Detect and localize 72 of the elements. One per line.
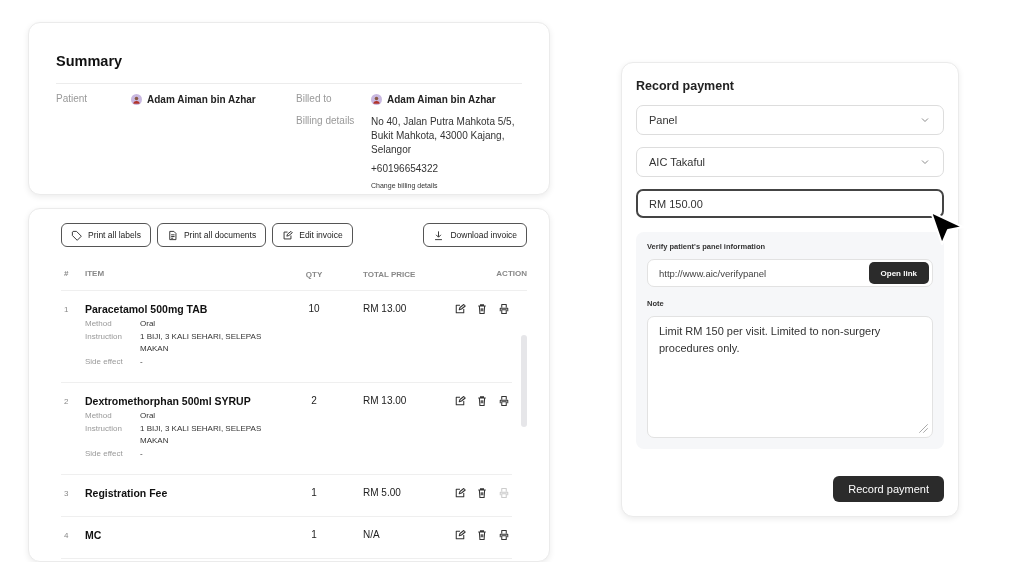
field-label: Billed to	[296, 93, 333, 106]
edit-icon[interactable]	[454, 303, 466, 315]
item-name: Paracetamol 500mg TAB	[85, 303, 209, 315]
tag-icon	[71, 229, 82, 241]
printer-icon[interactable]	[498, 303, 510, 315]
document-icon	[166, 229, 178, 241]
field-label: Billing details	[296, 115, 356, 128]
detail-value: 1 BIJI, 3 KALI SEHARI, SELEPAS MAKAN	[140, 331, 263, 355]
phone-number: +60196654322	[371, 162, 440, 176]
column-header: ITEM	[85, 269, 106, 280]
dropdown[interactable]: Panel	[636, 105, 944, 135]
card-title: Record payment	[636, 79, 735, 93]
print-button[interactable]: Print all labels	[61, 223, 151, 247]
detail-label: Side effect	[85, 448, 124, 460]
url-field[interactable]: http://www.aic/verifypanel Open link	[647, 259, 933, 287]
edit-button[interactable]: Edit invoice	[272, 223, 353, 247]
row-number: 4	[63, 530, 70, 542]
total-price: N/A	[362, 529, 381, 542]
column-header: QTY	[304, 269, 324, 281]
detail-value: 1 BIJI, 3 KALI SEHARI, SELEPAS MAKAN	[140, 423, 263, 447]
person-name: Adam Aiman bin Azhar	[387, 94, 496, 105]
print-button[interactable]: Print all documents	[156, 223, 267, 247]
row-number: 1	[63, 304, 70, 316]
note-field[interactable]: Limit RM 150 per visit. Limited to non-surgery procedures only.	[647, 316, 933, 438]
column-header: TOTAL PRICE	[362, 269, 417, 281]
row-number: 2	[63, 396, 70, 408]
detail-label: Side effect	[85, 356, 124, 368]
edit-icon[interactable]	[454, 487, 466, 499]
open-link-button[interactable]: Open link	[868, 262, 929, 284]
item-name: MC	[85, 529, 103, 541]
card-title: Summary	[56, 53, 124, 69]
detail-value: Oral	[140, 410, 157, 422]
printer-icon[interactable]	[498, 395, 510, 407]
amount-field[interactable]: RM 150.00	[636, 189, 944, 218]
detail-value: Oral	[140, 318, 157, 330]
quantity: 1	[310, 487, 318, 500]
printer-icon[interactable]	[498, 529, 510, 541]
delete-icon[interactable]	[476, 303, 488, 315]
download-icon	[433, 229, 445, 241]
detail-value: -	[140, 356, 144, 368]
detail-value: -	[140, 448, 144, 460]
billing-address: No 40, Jalan Putra Mahkota 5/5, Bukit Mahkota, 43000 Kajang, Selangor	[371, 115, 516, 157]
column-header: #	[63, 269, 70, 280]
delete-icon[interactable]	[476, 529, 488, 541]
row-number: 3	[63, 488, 70, 500]
item-name: Dextromethorphan 500ml SYRUP	[85, 395, 252, 407]
detail-label: Method	[85, 410, 113, 422]
record-payment-button[interactable]: Record payment	[833, 476, 944, 502]
total-price: RM 5.00	[362, 487, 402, 500]
detail-label: Method	[85, 318, 113, 330]
edit-icon[interactable]	[454, 395, 466, 407]
column-header: ACTION	[495, 269, 527, 280]
download-button[interactable]: Download invoice	[423, 223, 527, 247]
field-label: Patient	[56, 93, 89, 106]
detail-label: Instruction	[85, 331, 123, 343]
detail-label: Instruction	[85, 423, 123, 435]
avatar-icon	[131, 94, 142, 105]
scrollbar[interactable]	[521, 335, 527, 427]
quantity: 10	[307, 303, 321, 316]
avatar-icon	[371, 94, 382, 105]
delete-icon[interactable]	[476, 395, 488, 407]
dropdown[interactable]: AIC Takaful	[636, 147, 944, 177]
total-price: RM 13.00	[362, 303, 408, 316]
item-name: Registration Fee	[85, 487, 169, 499]
edit-icon	[282, 229, 294, 241]
total-price: RM 13.00	[362, 395, 408, 408]
person-name: Adam Aiman bin Azhar	[147, 94, 256, 105]
resize-handle-icon	[919, 424, 928, 433]
quantity: 2	[310, 395, 318, 408]
edit-icon[interactable]	[454, 529, 466, 541]
quantity: 1	[310, 529, 318, 542]
delete-icon[interactable]	[476, 487, 488, 499]
